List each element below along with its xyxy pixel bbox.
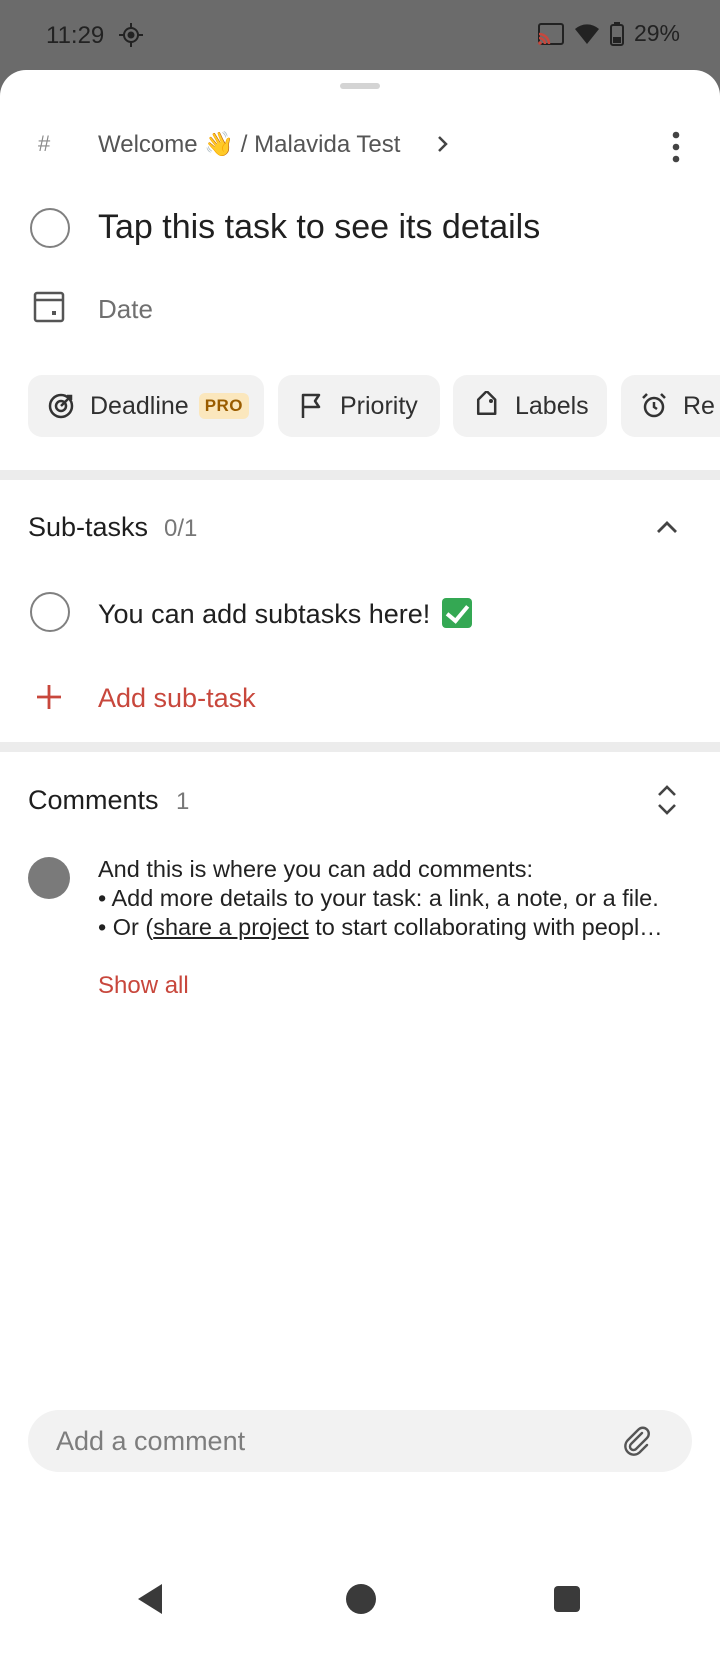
priority-chip[interactable]: Priority xyxy=(278,375,440,437)
subtasks-count: 0/1 xyxy=(164,515,198,542)
alarm-icon xyxy=(642,393,666,418)
date-label: Date xyxy=(98,294,153,324)
wifi-icon xyxy=(574,23,599,44)
comments-count: 1 xyxy=(176,788,190,815)
task-title[interactable]: Tap this task to see its details xyxy=(98,208,540,247)
task-row: Tap this task to see its details xyxy=(0,200,720,256)
comment-line-suffix: to start collaborating with peopl… xyxy=(308,914,663,940)
date-row[interactable]: Date xyxy=(0,286,720,330)
tag-icon xyxy=(476,391,497,416)
flag-icon xyxy=(301,393,321,418)
share-project-link[interactable]: share a project xyxy=(153,914,308,940)
location-icon xyxy=(119,23,143,47)
home-icon[interactable] xyxy=(346,1584,376,1614)
comment-text: And this is where you can add comments: … xyxy=(98,855,688,942)
breadcrumb-path[interactable]: Welcome 👋 / Malavida Test xyxy=(98,130,400,159)
system-nav-bar xyxy=(0,1560,720,1670)
comment-input[interactable]: Add a comment xyxy=(28,1410,692,1472)
avatar xyxy=(28,857,70,899)
comment-item[interactable]: And this is where you can add comments: … xyxy=(0,855,720,955)
status-time: 11:29 xyxy=(46,22,105,49)
chevron-right-icon xyxy=(438,136,448,152)
reminders-label: Re xyxy=(683,391,715,420)
status-bar: 11:29 29% xyxy=(0,0,720,72)
comment-line: • Or (share a project to start collabora… xyxy=(98,913,688,942)
subtask-label-wrap: You can add subtasks here! xyxy=(98,598,472,630)
deadline-icon xyxy=(48,393,74,419)
subtask-checkbox[interactable] xyxy=(30,592,70,632)
comments-title: Comments xyxy=(28,785,159,815)
battery-icon xyxy=(609,21,624,46)
recents-icon[interactable] xyxy=(554,1586,580,1612)
deadline-label: Deadline xyxy=(90,391,189,420)
drag-handle[interactable] xyxy=(340,83,380,89)
reminders-chip[interactable]: Re xyxy=(621,375,720,437)
priority-label: Priority xyxy=(340,391,418,420)
section-divider xyxy=(0,742,720,752)
breadcrumb[interactable]: # Welcome 👋 / Malavida Test xyxy=(0,125,720,165)
list-item[interactable]: You can add subtasks here! xyxy=(0,590,720,634)
subtasks-header[interactable]: Sub-tasks 0/1 xyxy=(0,507,720,547)
calendar-icon xyxy=(33,291,65,323)
chevron-up-icon[interactable] xyxy=(652,509,682,545)
comment-line: And this is where you can add comments: xyxy=(98,856,533,882)
add-subtask-label: Add sub-task xyxy=(98,683,256,713)
project-hash-icon: # xyxy=(38,131,51,156)
task-detail-sheet: # Welcome 👋 / Malavida Test Tap this tas… xyxy=(0,70,720,1670)
pro-badge: PRO xyxy=(198,393,250,419)
subtasks-title: Sub-tasks xyxy=(28,512,149,542)
back-icon[interactable] xyxy=(136,1582,166,1616)
paperclip-icon[interactable] xyxy=(620,1424,654,1458)
comments-header[interactable]: Comments 1 xyxy=(0,780,720,820)
comment-placeholder: Add a comment xyxy=(56,1426,246,1456)
cast-icon xyxy=(537,22,564,45)
comment-line-prefix: • Or ( xyxy=(98,914,154,940)
plus-icon xyxy=(37,685,61,709)
task-complete-checkbox[interactable] xyxy=(30,208,70,248)
labels-chip[interactable]: Labels xyxy=(453,375,607,437)
more-vertical-icon[interactable] xyxy=(660,129,692,165)
status-icons: 29% xyxy=(537,20,680,47)
expand-collapse-icon[interactable] xyxy=(652,782,682,818)
subtask-label: You can add subtasks here! xyxy=(98,599,431,629)
labels-label: Labels xyxy=(515,391,589,420)
show-all-link[interactable]: Show all xyxy=(98,972,189,1000)
task-options-chips: Deadline PRO Priority Labels Re xyxy=(28,375,720,437)
add-subtask-button[interactable]: Add sub-task xyxy=(0,675,720,719)
deadline-chip[interactable]: Deadline PRO xyxy=(28,375,264,437)
check-mark-icon xyxy=(441,598,472,628)
comment-line: • Add more details to your task: a link,… xyxy=(98,885,659,911)
section-divider xyxy=(0,470,720,480)
battery-percent: 29% xyxy=(633,20,680,46)
